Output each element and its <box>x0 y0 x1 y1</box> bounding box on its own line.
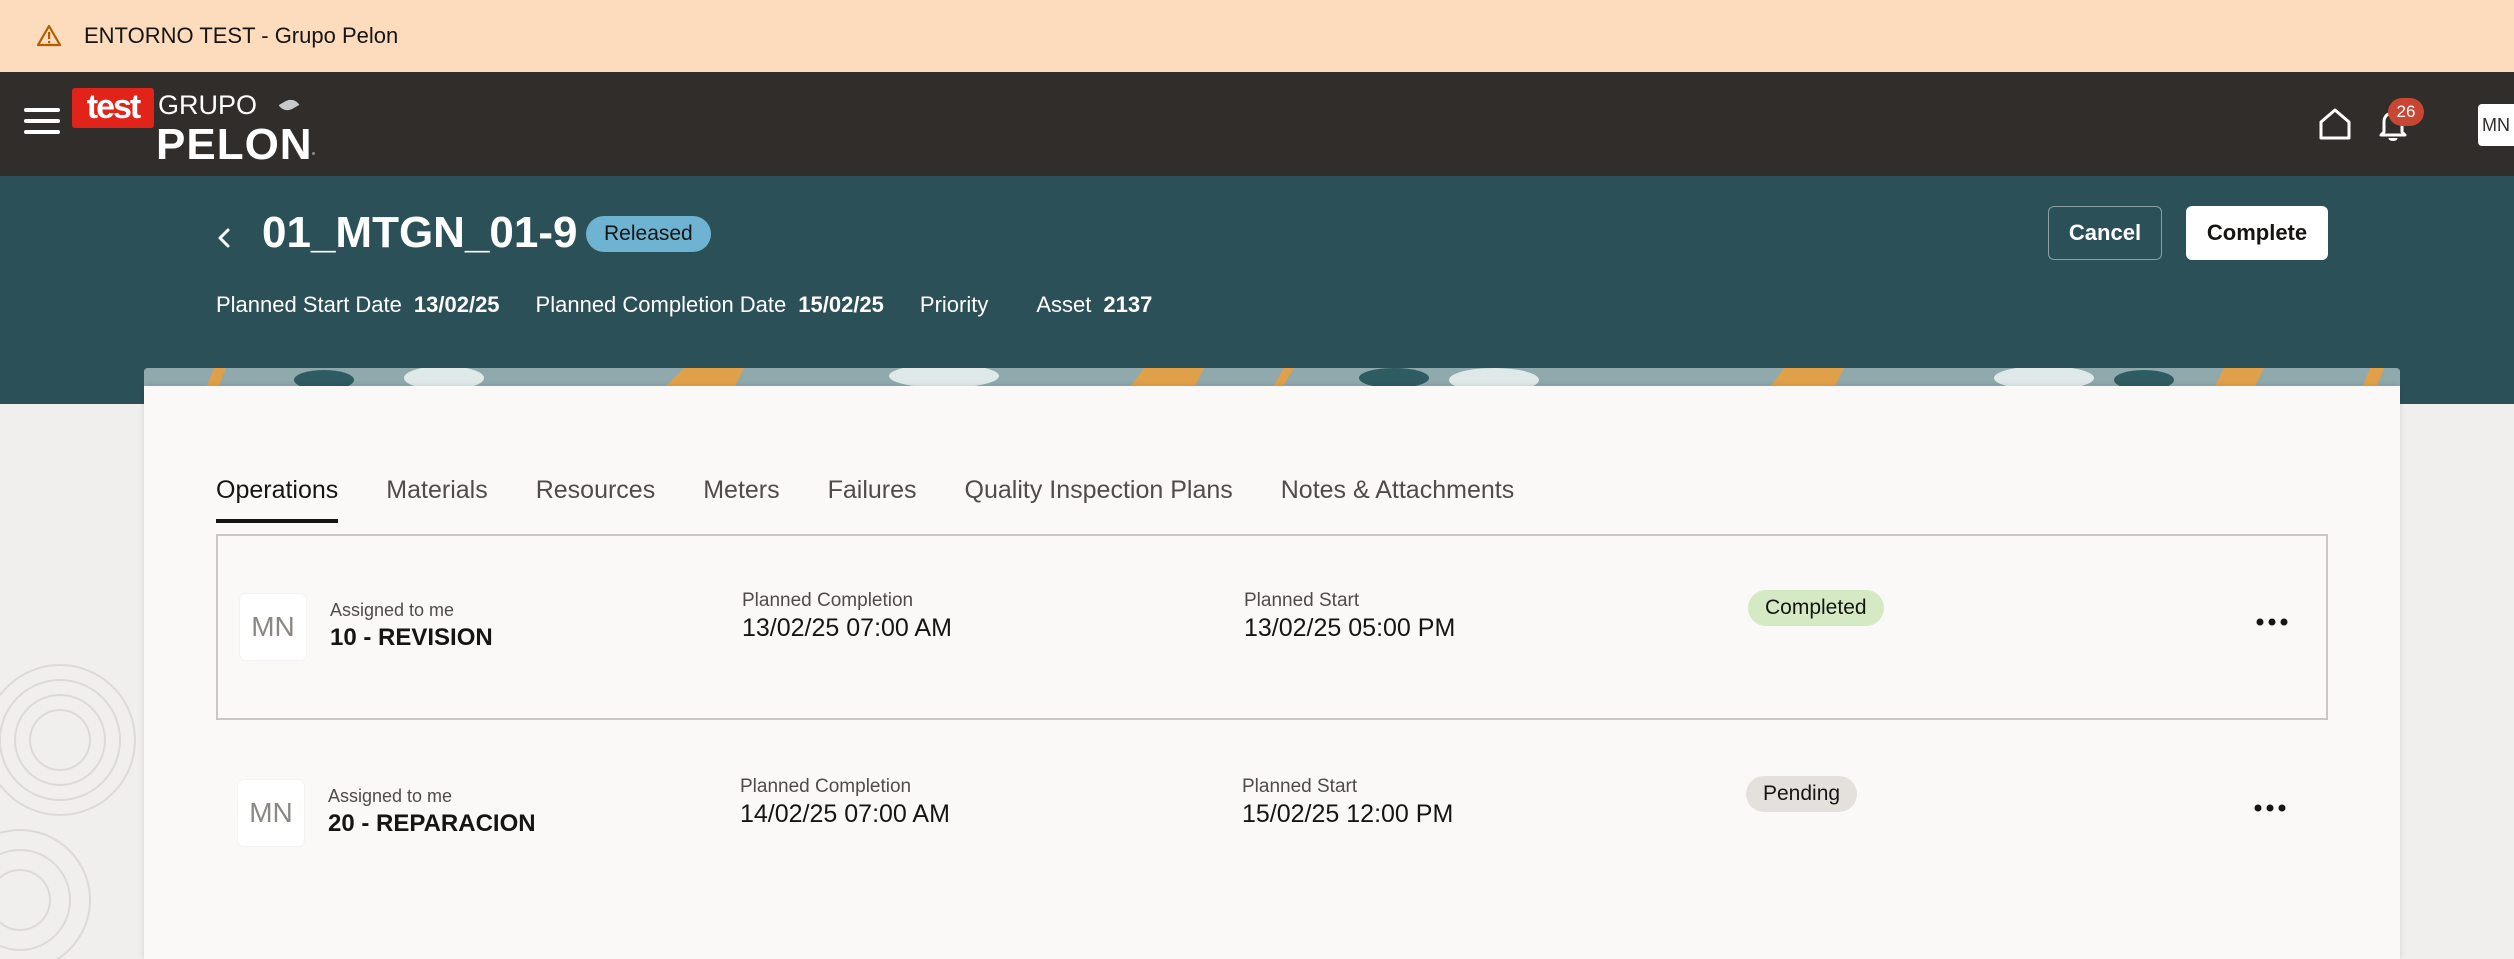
status-badge: Completed <box>1748 590 1884 626</box>
global-header: test GRUPO PELON 26 MN <box>0 72 2514 176</box>
operation-name: 10 - REVISION <box>330 624 493 651</box>
logo-test-badge: test <box>72 88 154 128</box>
environment-banner: ENTORNO TEST - Grupo Pelon <box>0 0 2514 72</box>
background-pattern <box>0 664 136 959</box>
logo-leaf-icon <box>278 96 300 114</box>
planned-completion-label: Planned Completion Date <box>535 292 787 317</box>
planned-completion-label: Planned Completion <box>740 776 912 797</box>
decorative-pattern-strip <box>144 368 2400 388</box>
navigator-menu-icon[interactable] <box>24 108 60 140</box>
planned-completion-value: 15/02/25 <box>798 292 884 317</box>
complete-button[interactable]: Complete <box>2186 206 2328 260</box>
planned-start-label: Planned Start <box>1242 776 1358 797</box>
tab-operations[interactable]: Operations <box>216 476 339 523</box>
avatar: MN <box>240 594 306 660</box>
tab-quality-inspection-plans[interactable]: Quality Inspection Plans <box>965 476 1233 523</box>
user-avatar[interactable]: MN <box>2478 104 2514 146</box>
planned-start-label: Planned Start <box>1244 590 1360 611</box>
planned-start-label: Planned Start Date <box>216 292 402 317</box>
planned-completion-value: 13/02/25 07:00 AM <box>742 614 952 642</box>
company-logo[interactable]: test GRUPO PELON <box>72 86 315 169</box>
priority-label: Priority <box>919 292 989 317</box>
cancel-button[interactable]: Cancel <box>2048 206 2162 260</box>
asset-value: 2137 <box>1103 292 1153 317</box>
assigned-text: Assigned to me <box>328 786 453 806</box>
work-order-meta: Planned Start Date 13/02/25 Planned Comp… <box>216 292 1188 318</box>
planned-completion-value: 14/02/25 07:00 AM <box>740 800 950 828</box>
page-title: 01_MTGN_01-9 <box>262 208 578 257</box>
warning-icon <box>36 24 62 47</box>
more-actions-icon[interactable] <box>2254 616 2290 628</box>
tab-resources[interactable]: Resources <box>536 476 656 523</box>
operation-name: 20 - REPARACION <box>328 810 536 837</box>
status-badge: Pending <box>1746 776 1858 812</box>
home-icon[interactable] <box>2316 105 2354 143</box>
status-badge: Released <box>586 216 711 252</box>
back-chevron-icon[interactable] <box>210 218 240 258</box>
avatar: MN <box>238 780 304 846</box>
planned-start-value: 13/02/25 <box>413 292 500 317</box>
tab-notes-attachments[interactable]: Notes & Attachments <box>1281 476 1514 523</box>
more-actions-icon[interactable] <box>2252 802 2288 814</box>
planned-start-value: 15/02/25 12:00 PM <box>1242 800 1454 828</box>
planned-start-value: 13/02/25 05:00 PM <box>1244 614 1456 642</box>
tab-bar: Operations Materials Resources Meters Fa… <box>216 476 1562 523</box>
operation-row[interactable]: MN Assigned to me 20 - REPARACION Planne… <box>216 722 2328 908</box>
environment-banner-text: ENTORNO TEST - Grupo Pelon <box>84 23 399 48</box>
logo-dot <box>312 152 315 155</box>
planned-completion-label: Planned Completion <box>742 590 914 611</box>
tab-meters[interactable]: Meters <box>703 476 779 523</box>
tab-materials[interactable]: Materials <box>386 476 487 523</box>
assigned-text: Assigned to me <box>330 600 455 620</box>
logo-line-2: PELON <box>156 120 313 169</box>
asset-label: Asset <box>1036 292 1092 317</box>
operation-row[interactable]: MN Assigned to me 10 - REVISION Planned … <box>216 534 2328 720</box>
operations-card: Operations Materials Resources Meters Fa… <box>144 386 2400 959</box>
tab-failures[interactable]: Failures <box>828 476 917 523</box>
notifications-count-badge[interactable]: 26 <box>2388 98 2424 126</box>
logo-line-1: GRUPO <box>158 90 258 120</box>
